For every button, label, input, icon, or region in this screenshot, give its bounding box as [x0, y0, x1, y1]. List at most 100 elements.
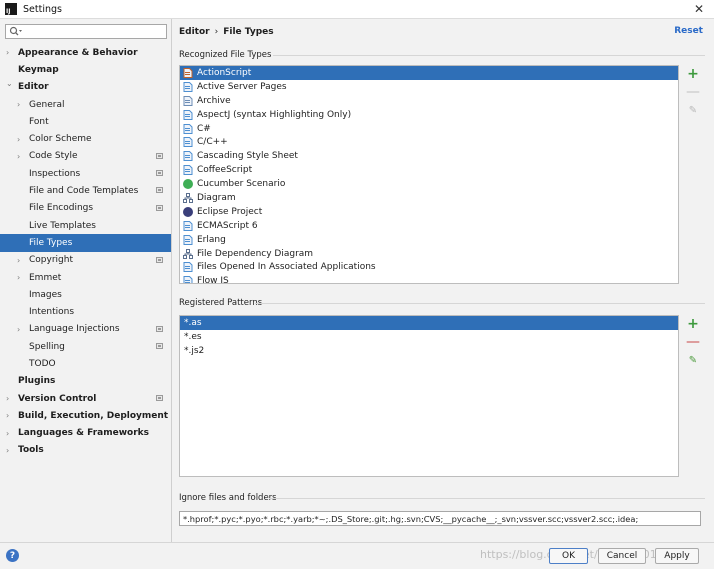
chevron-right-icon[interactable]: ›	[17, 273, 20, 282]
sidebar-item-images[interactable]: Images	[0, 286, 171, 303]
file-type-row[interactable]: File Dependency Diagram	[180, 247, 678, 261]
sidebar-item-label: General	[29, 99, 65, 110]
sidebar-item-tools[interactable]: › Tools	[0, 442, 171, 459]
chevron-right-icon[interactable]: ›	[6, 411, 9, 420]
sidebar-item-appearance-behavior[interactable]: › Appearance & Behavior	[0, 44, 171, 61]
intellij-app-icon: IJ	[5, 3, 17, 15]
file-type-name: ActionScript	[197, 67, 252, 78]
file-type-name: Cascading Style Sheet	[197, 151, 298, 162]
sidebar-item-label: Spelling	[29, 341, 65, 352]
sidebar-item-spelling[interactable]: Spelling	[0, 338, 171, 355]
sidebar-item-label: Build, Execution, Deployment	[18, 410, 169, 421]
file-type-row[interactable]: Cucumber Scenario	[180, 177, 678, 191]
file-type-row[interactable]: Flow JS	[180, 274, 678, 283]
apply-button[interactable]: Apply	[655, 548, 699, 564]
sidebar-item-build-execution-deployment[interactable]: › Build, Execution, Deployment	[0, 407, 171, 424]
external-icon	[183, 262, 193, 273]
file-type-row[interactable]: Eclipse Project	[180, 205, 678, 219]
search-input[interactable]	[23, 25, 163, 38]
sidebar-item-label: File Encodings	[29, 203, 94, 214]
chevron-right-icon[interactable]: ›	[17, 152, 20, 161]
file-type-row[interactable]: ECMAScript 6	[180, 219, 678, 233]
file-type-name: C#	[197, 123, 211, 134]
file-type-row[interactable]: CoffeeScript	[180, 163, 678, 177]
project-level-icon	[156, 152, 163, 159]
file-type-row[interactable]: AspectJ (syntax Highlighting Only)	[180, 108, 678, 122]
cancel-button[interactable]: Cancel	[598, 548, 646, 564]
registered-patterns-list[interactable]: *.as *.es *.js2	[179, 315, 679, 477]
breadcrumb-file-types: File Types	[223, 27, 274, 37]
pattern-row[interactable]: *.as	[180, 316, 678, 330]
chevron-right-icon[interactable]: ›	[6, 48, 9, 57]
chevron-right-icon[interactable]: ›	[6, 446, 9, 455]
chevron-right-icon[interactable]: ›	[6, 429, 9, 438]
file-type-row[interactable]: C#	[180, 122, 678, 136]
sidebar-item-general[interactable]: › General	[0, 96, 171, 113]
chevron-right-icon[interactable]: ›	[17, 100, 20, 109]
file-type-row[interactable]: Cascading Style Sheet	[180, 149, 678, 163]
file-type-row[interactable]: Files Opened In Associated Applications	[180, 260, 678, 274]
sidebar-item-font[interactable]: Font	[0, 113, 171, 130]
sidebar-item-label: Appearance & Behavior	[18, 47, 138, 58]
title-bar: IJ Settings ✕	[0, 0, 714, 19]
file-type-row[interactable]: Archive	[180, 94, 678, 108]
pattern-row[interactable]: *.js2	[180, 344, 678, 358]
sidebar-item-code-style[interactable]: › Code Style	[0, 148, 171, 165]
sidebar-item-editor[interactable]: ⌄ Editor	[0, 79, 171, 96]
help-icon[interactable]: ?	[6, 549, 19, 562]
sidebar-item-keymap[interactable]: Keymap	[0, 61, 171, 78]
coffee-icon	[183, 165, 193, 176]
sidebar-item-live-templates[interactable]: Live Templates	[0, 217, 171, 234]
archive-icon	[183, 95, 193, 106]
sidebar-item-intentions[interactable]: Intentions	[0, 303, 171, 320]
recognized-file-types-label: Recognized File Types	[179, 50, 272, 60]
chevron-right-icon[interactable]: ›	[17, 325, 20, 334]
css-icon	[183, 151, 193, 162]
sidebar-item-file-encodings[interactable]: File Encodings	[0, 200, 171, 217]
sidebar-item-label: TODO	[29, 358, 56, 369]
add-pattern-button[interactable]: +	[682, 315, 704, 333]
remove-file-type-button[interactable]: —	[682, 83, 704, 101]
remove-pattern-button[interactable]: —	[682, 333, 704, 351]
section-divider	[255, 303, 705, 304]
file-type-row[interactable]: C/C++	[180, 135, 678, 149]
ecma-icon	[183, 220, 193, 231]
chevron-down-icon[interactable]: ⌄	[6, 79, 13, 88]
sidebar-item-inspections[interactable]: Inspections	[0, 165, 171, 182]
ok-button[interactable]: OK	[549, 548, 588, 564]
sidebar-item-label: Copyright	[29, 255, 73, 266]
sidebar-item-emmet[interactable]: › Emmet	[0, 269, 171, 286]
file-type-name: AspectJ (syntax Highlighting Only)	[197, 109, 352, 120]
reset-link[interactable]: Reset	[674, 26, 703, 36]
sidebar-item-label: Keymap	[18, 64, 59, 75]
file-type-row[interactable]: Diagram	[180, 191, 678, 205]
sidebar-item-languages-frameworks[interactable]: › Languages & Frameworks	[0, 425, 171, 442]
sidebar-item-color-scheme[interactable]: › Color Scheme	[0, 130, 171, 147]
file-type-row[interactable]: Erlang	[180, 233, 678, 247]
chevron-right-icon[interactable]: ›	[17, 256, 20, 265]
eclipse-icon	[183, 206, 193, 217]
chevron-right-icon[interactable]: ›	[6, 394, 9, 403]
pattern-row[interactable]: *.es	[180, 330, 678, 344]
chevron-right-icon[interactable]: ›	[17, 135, 20, 144]
sidebar-item-file-and-code-templates[interactable]: File and Code Templates	[0, 182, 171, 199]
edit-pattern-button[interactable]: ✎	[682, 351, 704, 369]
sidebar-item-todo[interactable]: TODO	[0, 355, 171, 372]
recognized-file-types-list[interactable]: ActionScript Active Server Pages Archive As…	[179, 65, 679, 284]
sidebar-item-label: Emmet	[29, 272, 62, 283]
add-file-type-button[interactable]: +	[682, 65, 704, 83]
settings-search[interactable]	[5, 24, 167, 39]
file-type-row[interactable]: Active Server Pages	[180, 80, 678, 94]
edit-file-type-button[interactable]: ✎	[682, 101, 704, 119]
sidebar-item-plugins[interactable]: Plugins	[0, 373, 171, 390]
section-divider	[273, 55, 705, 56]
sidebar-item-file-types[interactable]: File Types	[0, 234, 171, 252]
sidebar-item-language-injections[interactable]: › Language Injections	[0, 321, 171, 338]
settings-tree: › Appearance & Behavior Keymap ⌄ Editor › Gene…	[0, 44, 171, 459]
sidebar-item-label: Color Scheme	[29, 134, 92, 145]
close-icon[interactable]: ✕	[694, 2, 704, 16]
sidebar-item-version-control[interactable]: › Version Control	[0, 390, 171, 407]
file-type-row[interactable]: ActionScript	[180, 66, 678, 80]
sidebar-item-copyright[interactable]: › Copyright	[0, 252, 171, 269]
ignore-files-input[interactable]: *.hprof;*.pyc;*.pyo;*.rbc;*.yarb;*~;.DS_…	[179, 511, 701, 526]
